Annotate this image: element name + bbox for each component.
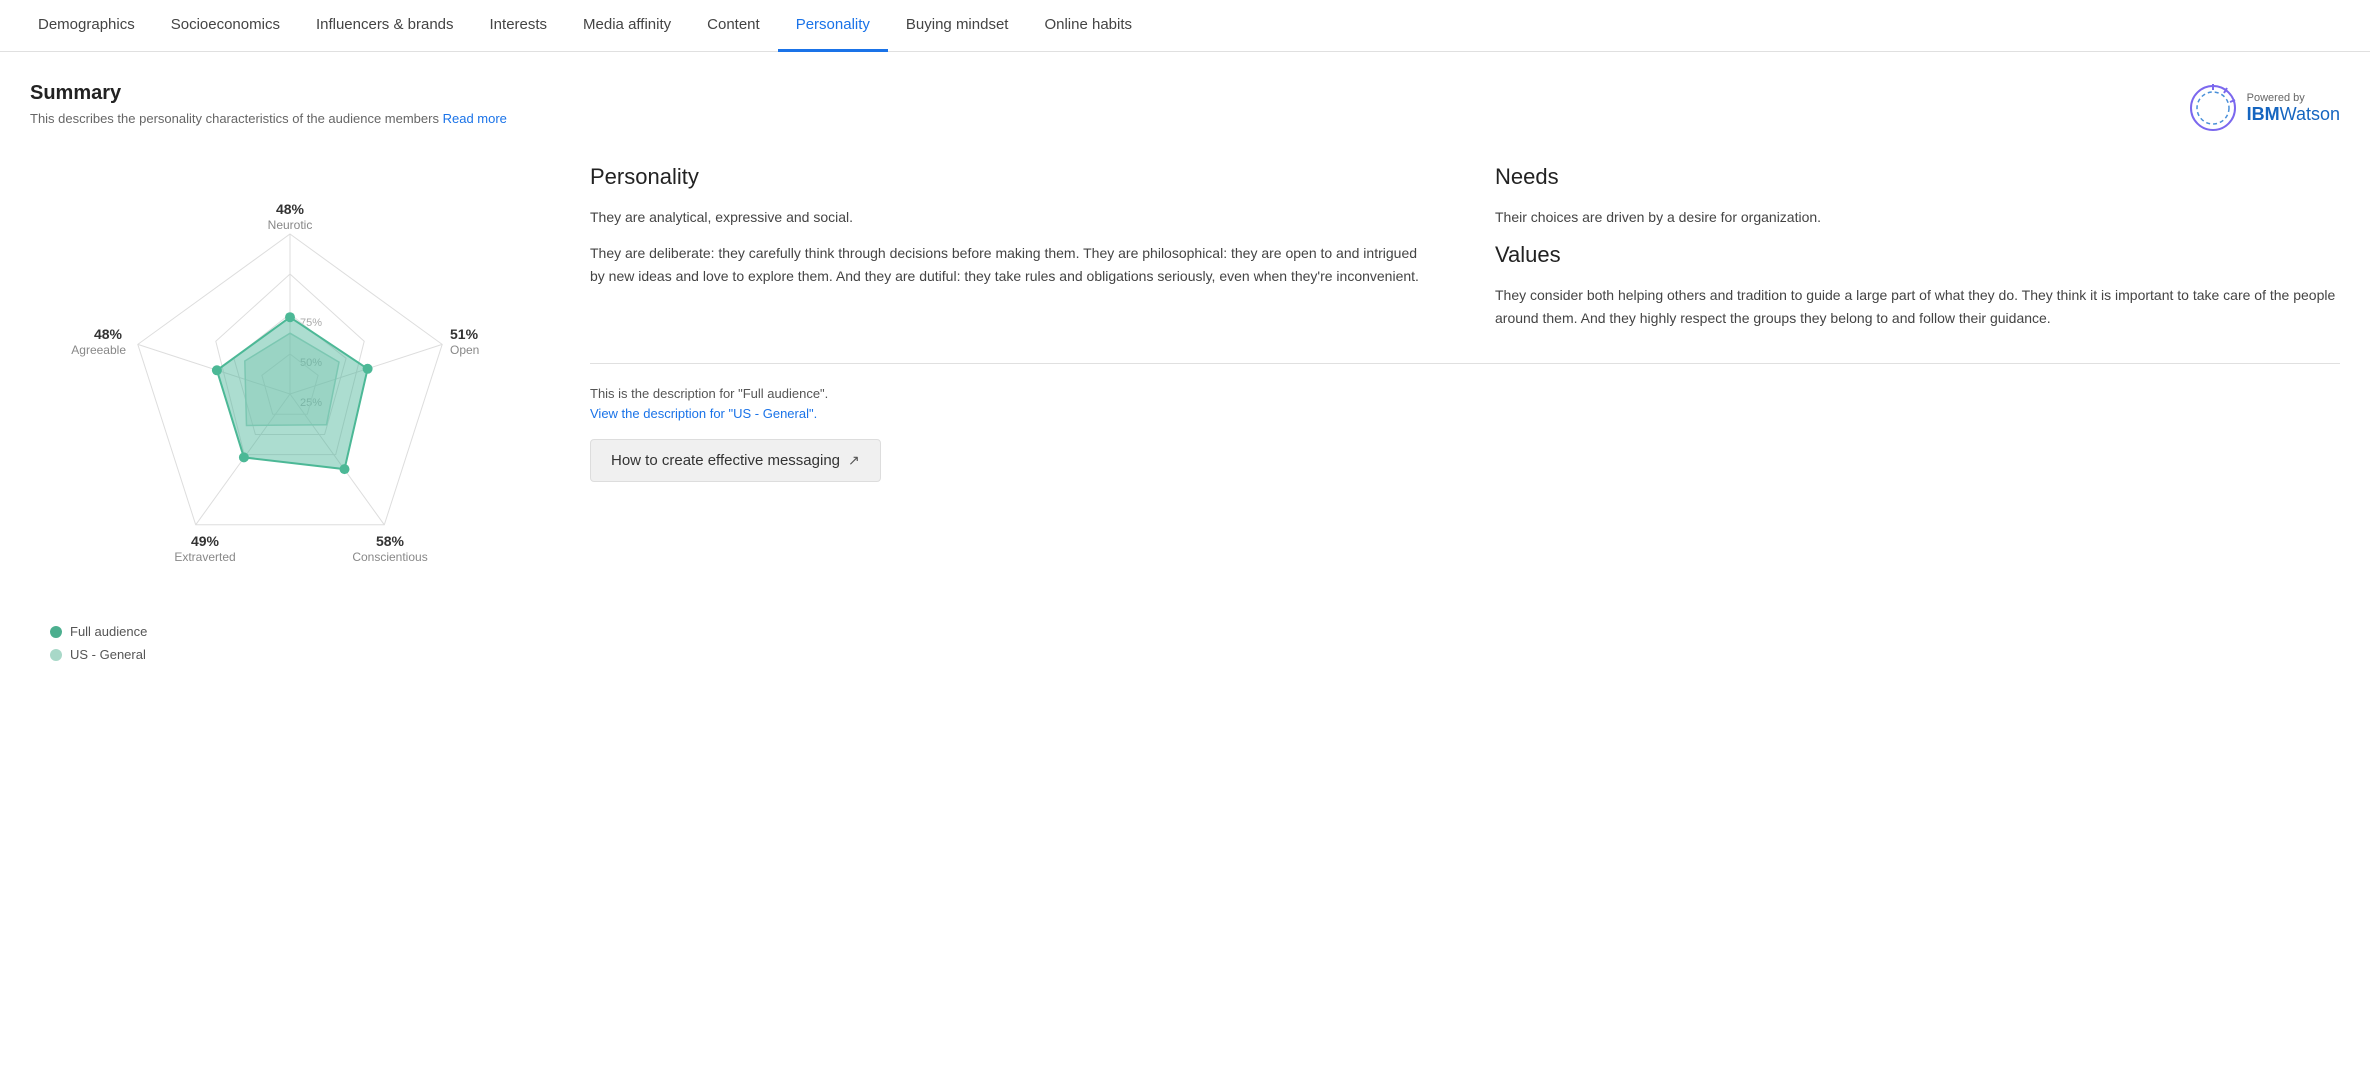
audience-note-line1: This is the description for "Full audien… xyxy=(590,384,2340,404)
panel-divider xyxy=(590,363,2340,364)
summary-title: Summary xyxy=(30,82,507,105)
personality-column: Personality They are analytical, express… xyxy=(590,164,1435,343)
values-text: They consider both helping others and tr… xyxy=(1495,284,2340,329)
personality-text1: They are analytical, expressive and soci… xyxy=(590,206,1435,228)
needs-title: Needs xyxy=(1495,164,2340,190)
svg-text:Extraverted: Extraverted xyxy=(174,550,235,564)
external-link-icon: ↗︎ xyxy=(848,452,860,469)
radar-chart: 75% 50% 25% xyxy=(50,164,530,604)
ibm-watson-logo: Powered by IBMWatson xyxy=(2187,82,2340,134)
watson-brand-text: IBMWatson xyxy=(2247,104,2340,125)
read-more-link[interactable]: Read more xyxy=(443,111,507,126)
needs-values-column: Needs Their choices are driven by a desi… xyxy=(1495,164,2340,343)
ibm-watson-text: Powered by IBMWatson xyxy=(2247,92,2340,125)
summary-text-block: Summary This describes the personality c… xyxy=(30,82,507,126)
nav-item-socioeconomics[interactable]: Socioeconomics xyxy=(153,0,298,52)
full-audience-label: Full audience xyxy=(70,624,147,639)
us-general-dot xyxy=(50,649,62,661)
legend-us-general: US - General xyxy=(50,647,550,662)
summary-header: Summary This describes the personality c… xyxy=(30,82,2340,134)
summary-desc-text: This describes the personality character… xyxy=(30,111,439,126)
content-row: 75% 50% 25% xyxy=(30,164,2340,662)
nav-item-demographics[interactable]: Demographics xyxy=(20,0,153,52)
values-title: Values xyxy=(1495,242,2340,268)
panel-columns: Personality They are analytical, express… xyxy=(590,164,2340,343)
svg-text:51%: 51% xyxy=(450,326,479,342)
nav-item-influencers---brands[interactable]: Influencers & brands xyxy=(298,0,472,52)
watson-circle-icon xyxy=(2187,82,2239,134)
radar-section: 75% 50% 25% xyxy=(30,164,550,662)
nav-item-interests[interactable]: Interests xyxy=(472,0,566,52)
svg-text:Agreeable: Agreeable xyxy=(71,343,126,357)
nav-item-personality[interactable]: Personality xyxy=(778,0,888,52)
nav-item-content[interactable]: Content xyxy=(689,0,778,52)
svg-text:Neurotic: Neurotic xyxy=(268,218,313,232)
chart-legend: Full audience US - General xyxy=(30,624,550,662)
svg-text:58%: 58% xyxy=(376,533,405,549)
us-general-label: US - General xyxy=(70,647,146,662)
svg-text:48%: 48% xyxy=(276,201,305,217)
nav-item-online-habits[interactable]: Online habits xyxy=(1026,0,1150,52)
us-general-link[interactable]: View the description for "US - General". xyxy=(590,406,817,421)
radar-svg: 75% 50% 25% xyxy=(50,164,530,604)
audience-note: This is the description for "Full audien… xyxy=(590,384,2340,423)
messaging-button-label: How to create effective messaging xyxy=(611,452,840,469)
svg-text:49%: 49% xyxy=(191,533,220,549)
summary-description: This describes the personality character… xyxy=(30,111,507,126)
svg-text:Conscientious: Conscientious xyxy=(352,550,427,564)
personality-title: Personality xyxy=(590,164,1435,190)
legend-full-audience: Full audience xyxy=(50,624,550,639)
svg-text:48%: 48% xyxy=(94,326,123,342)
full-audience-dot xyxy=(50,626,62,638)
right-panel: Personality They are analytical, express… xyxy=(550,164,2340,482)
ibm-text: IBM xyxy=(2247,104,2280,124)
main-content: Summary This describes the personality c… xyxy=(0,52,2370,702)
navigation-bar: DemographicsSocioeconomicsInfluencers & … xyxy=(0,0,2370,52)
personality-text2: They are deliberate: they carefully thin… xyxy=(590,242,1435,287)
nav-item-media-affinity[interactable]: Media affinity xyxy=(565,0,689,52)
watson-text: Watson xyxy=(2280,104,2340,124)
needs-text: Their choices are driven by a desire for… xyxy=(1495,206,2340,228)
messaging-button[interactable]: How to create effective messaging ↗︎ xyxy=(590,439,881,482)
svg-text:Open: Open xyxy=(450,343,479,357)
nav-item-buying-mindset[interactable]: Buying mindset xyxy=(888,0,1027,52)
powered-by-text: Powered by xyxy=(2247,92,2340,104)
